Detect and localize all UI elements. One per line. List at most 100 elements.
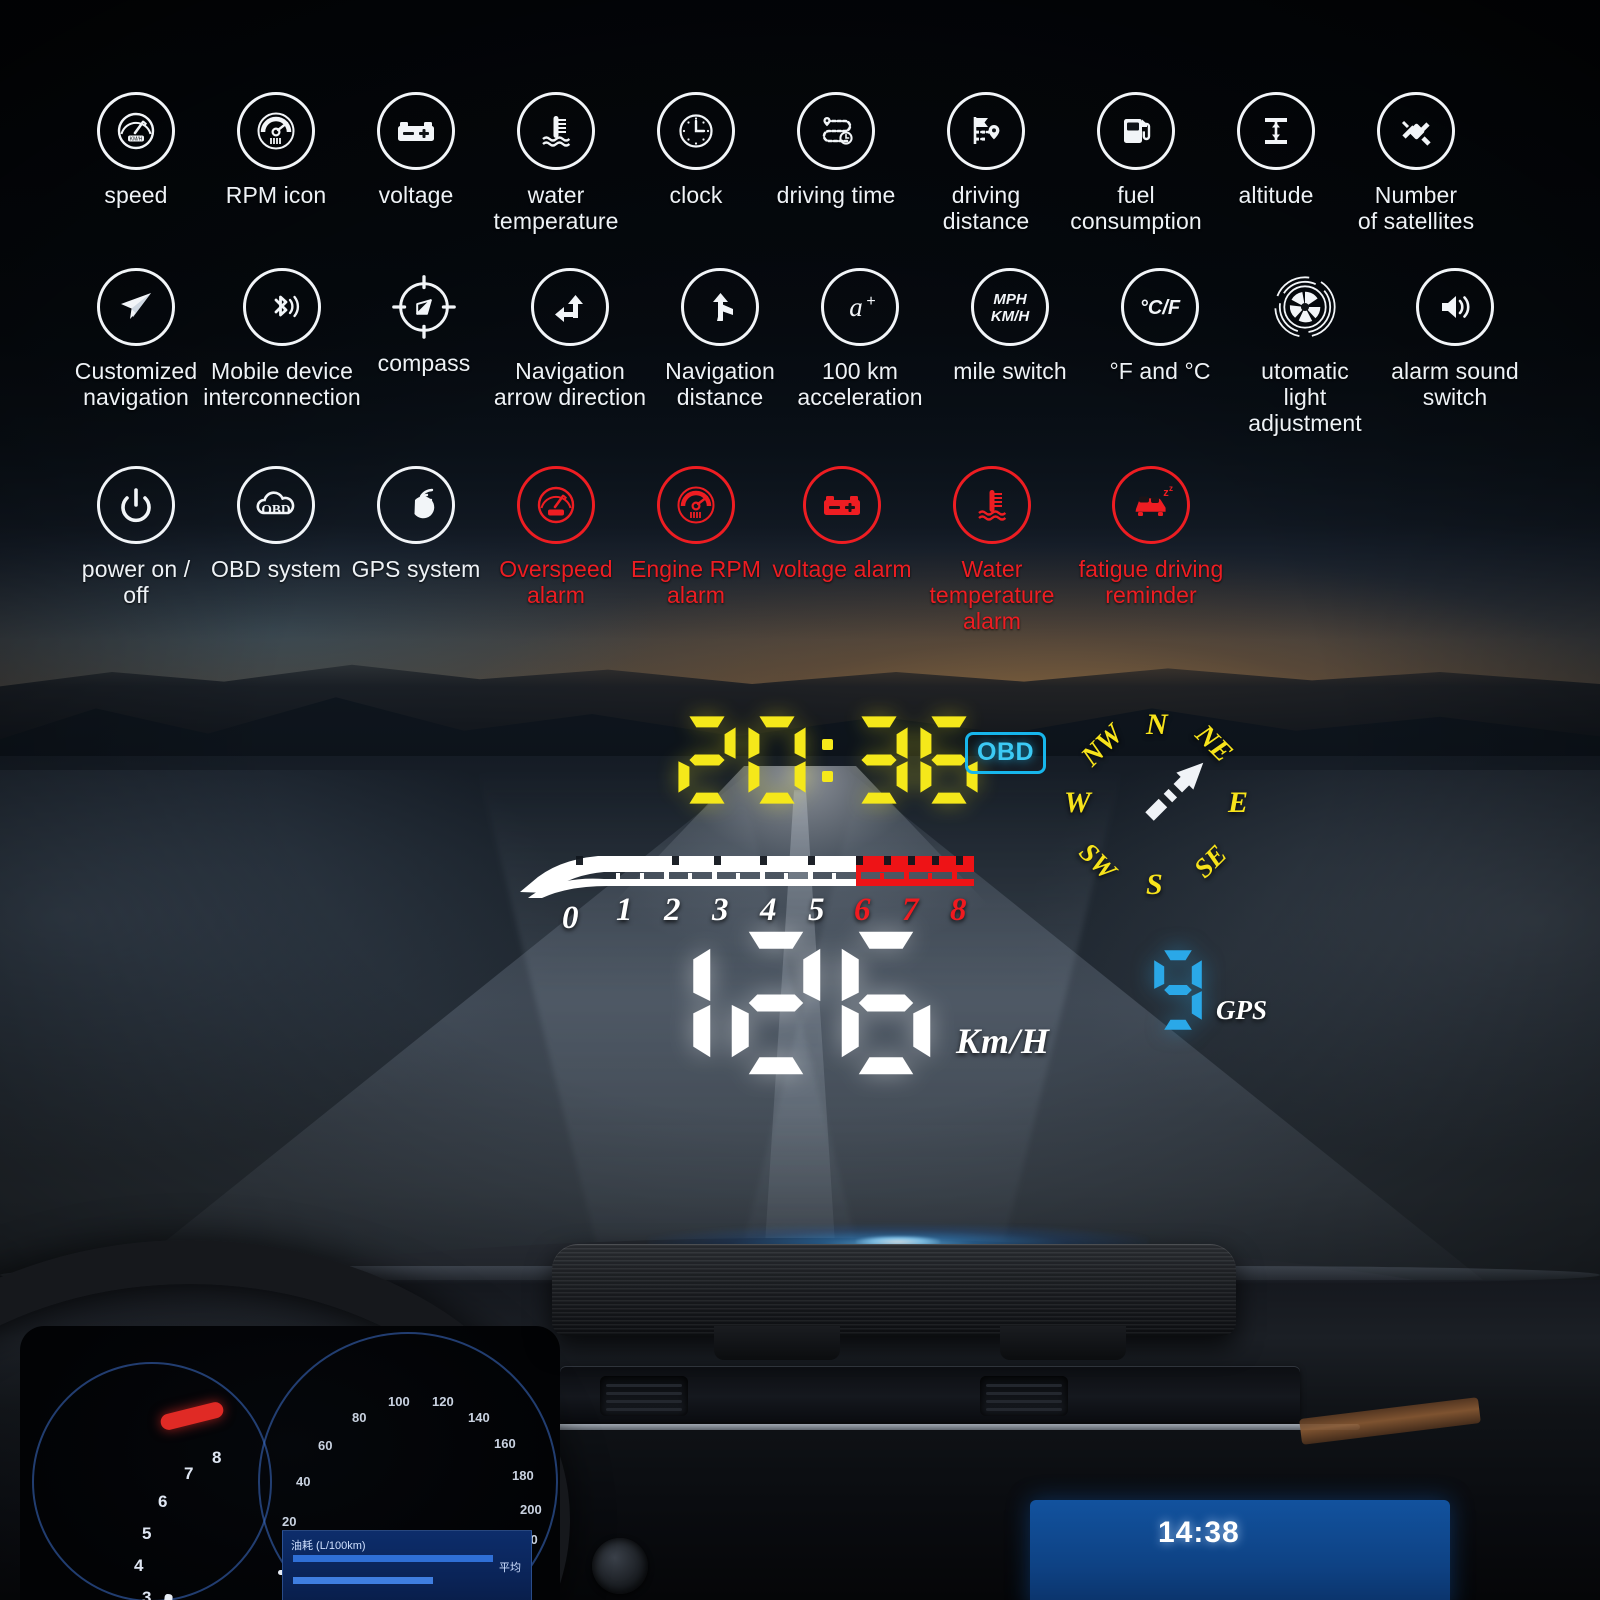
feature-voltage[interactable]: voltage [346,92,486,208]
feature-celsius-fahrenheit[interactable]: °C/F °F and °C [1090,267,1230,384]
feature-label: clock [669,182,723,208]
obd-badge: OBD [965,732,1047,774]
feature-water-temperature-alarm[interactable]: Water temperature alarm [918,465,1066,634]
feature-label: GPS system [351,555,481,582]
speed-value [618,928,934,1078]
feature-engine-rpm-alarm[interactable]: Engine RPM alarm [626,465,766,608]
feature-label: Overspeed alarm [499,555,613,608]
battery-icon [377,92,455,170]
feature-label: Customized navigation [74,357,198,410]
tach-number: 8 [212,1448,222,1467]
altitude-icon [1237,92,1315,170]
hud-device-foot-right [1000,1326,1126,1360]
air-vent-right [980,1376,1068,1416]
hud-projection: OBD 0 1 2 3 4 5 6 7 8 Km/H N NE E SE S S… [0,700,1600,1120]
rpm-tick: 8 [950,892,967,928]
compass-icon [385,268,463,346]
multi-function-display: 油耗 (L/100km) 平均 最近100km [282,1530,532,1600]
feature-alarm-sound-switch[interactable]: alarm sound switch [1380,267,1530,410]
feature-label: mile switch [953,357,1067,384]
fatigue-driving-icon: z z [1112,465,1190,544]
feature-label: fatigue driving reminder [1078,555,1224,608]
speaker-icon [1416,267,1494,346]
feature-label: driving time [776,182,896,208]
mfd-title: 油耗 (L/100km) [291,1540,366,1552]
feature-gps-system[interactable]: GPS system [346,465,486,582]
feature-label: alarm sound switch [1391,357,1519,410]
feature-overspeed-alarm[interactable]: Overspeed alarm [486,465,626,608]
gps-satellite-count [1152,948,1204,1032]
clock-colon [820,717,836,803]
svg-text:OBD: OBD [261,502,291,517]
speed-unit: Km/H [956,1021,1051,1061]
feature-label: driving distance [942,182,1030,234]
hud-device-shell [552,1244,1236,1336]
celsius-fahrenheit-icon: °C/F [1121,267,1199,346]
feature-navigation-distance[interactable]: Navigation distance [650,267,790,410]
tach-number: 6 [158,1492,168,1511]
feature-speed[interactable]: KM/H speed [66,92,206,208]
svg-text:+: + [866,293,875,310]
feature-label: Mobile device interconnection [203,357,361,410]
feature-fatigue-driving-reminder[interactable]: z z fatigue driving reminder [1066,465,1236,608]
feature-altitude[interactable]: altitude [1206,92,1346,208]
driving-distance-icon [947,92,1025,170]
tach-needle [159,1593,173,1600]
rpm-gauge: 0 1 2 3 4 5 6 7 8 [512,846,982,936]
hud-clock [676,714,980,806]
feature-icon-grid: KM/H speed RPM icon voltage water temper… [0,92,1600,634]
feature-compass[interactable]: compass [358,268,490,376]
feature-customized-navigation[interactable]: Customized navigation [66,267,206,410]
speed-number: 60 [318,1438,333,1453]
feature-fuel-consumption[interactable]: fuel consumption [1066,92,1206,234]
feature-mile-switch[interactable]: MPH KM/H mile switch [930,267,1090,384]
satellite-icon [1377,92,1455,170]
feature-number-of-satellites[interactable]: Number of satellites [1346,92,1486,234]
tach-redzone [159,1400,225,1432]
svg-text:°C/F: °C/F [1140,297,1181,319]
bluetooth-icon [243,267,321,346]
feature-obd-system[interactable]: OBD OBD system [206,465,346,582]
rpm-tick-labels: 0 1 2 3 4 5 6 7 8 [512,892,982,936]
voltage-alarm-icon [803,465,881,544]
speed-number: 160 [494,1436,516,1451]
engine-start-button[interactable] [592,1538,648,1594]
tachometer-icon [237,92,315,170]
feature-driving-time[interactable]: driving time [766,92,906,208]
feature-acceleration[interactable]: a + 100 km acceleration [790,267,930,410]
infotainment-clock: 14:38 [1158,1516,1240,1549]
water-temp-alarm-icon [953,465,1031,544]
speed-number: 100 [388,1394,410,1409]
feature-rpm[interactable]: RPM icon [206,92,346,208]
feature-label: fuel consumption [1070,182,1202,234]
feature-label: power on / off [81,555,191,608]
feature-clock[interactable]: clock [626,92,766,208]
instrument-cluster: 8 7 6 5 4 3 2 20 40 60 80 100 120 140 16… [20,1326,560,1600]
svg-text:KM/H: KM/H [130,137,143,143]
feature-auto-light-adjustment[interactable]: utomatic light adjustment [1230,268,1380,436]
center-infotainment-screen[interactable]: 14:38 [1030,1500,1450,1600]
speed-number: 180 [512,1468,534,1483]
feature-navigation-arrow-direction[interactable]: Navigation arrow direction [490,267,650,410]
gps-label: GPS [1216,995,1268,1025]
rpm-tick: 5 [808,892,825,928]
svg-text:z: z [1169,484,1173,493]
feature-row-1: KM/H speed RPM icon voltage water temper… [66,92,1534,234]
feature-driving-distance[interactable]: driving distance [906,92,1066,234]
feature-label: altitude [1238,182,1314,208]
feature-voltage-alarm[interactable]: voltage alarm [766,465,918,582]
feature-water-temperature[interactable]: water temperature [486,92,626,234]
feature-mobile-interconnection[interactable]: Mobile device interconnection [203,267,361,410]
paper-plane-icon [97,267,175,346]
tachometer-dial: 8 7 6 5 4 3 2 [32,1362,272,1600]
rpm-tick: 0 [562,900,579,936]
speedometer-icon: KM/H [97,92,175,170]
tach-number: 4 [134,1556,144,1575]
speed-number: 120 [432,1394,454,1409]
tach-number: 7 [184,1464,194,1483]
rpm-alarm-icon [657,465,735,544]
gps-dish-icon [377,465,455,544]
rpm-tick: 2 [664,892,681,928]
feature-power[interactable]: power on / off [66,465,206,608]
rpm-tick: 7 [902,892,919,928]
